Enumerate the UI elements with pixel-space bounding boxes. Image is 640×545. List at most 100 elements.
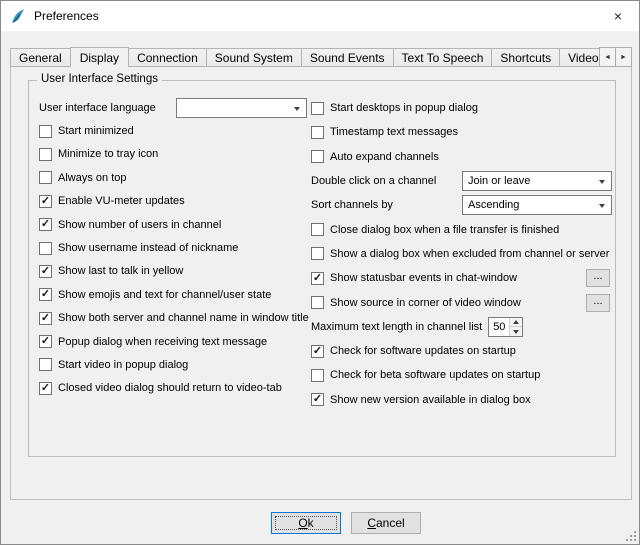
resize-grip[interactable] bbox=[624, 529, 637, 542]
checkbox-show-source-in-corner-of-video-window[interactable]: Show source in corner of video window bbox=[311, 296, 521, 309]
row-maximum-text-length-in-channel-list: Maximum text length in channel list50 bbox=[311, 315, 612, 339]
spinbox-maximum-text-length-in-channel-list[interactable]: 50 bbox=[488, 317, 523, 337]
row-timestamp-text-messages: Timestamp text messages bbox=[311, 120, 612, 144]
tab-scroll-right-button[interactable]: ► bbox=[615, 47, 632, 67]
combobox-selected-value: Ascending bbox=[468, 199, 519, 211]
row-double-click-on-a-channel: Double click on a channelJoin or leave bbox=[311, 169, 612, 193]
ellipsis-button[interactable]: ... bbox=[586, 294, 610, 312]
row-show-number-of-users-in-channel: ✓ Show number of users in channel bbox=[39, 213, 307, 236]
row-sort-channels-by: Sort channels by Ascending bbox=[311, 193, 612, 217]
tab-shortcuts[interactable]: Shortcuts bbox=[491, 48, 560, 67]
row-start-minimized: Start minimized bbox=[39, 119, 307, 142]
checkbox-show-last-to-talk-in-yellow[interactable]: ✓ Show last to talk in yellow bbox=[39, 265, 183, 278]
tab-page-display: User Interface Settings User interface l… bbox=[10, 66, 632, 500]
checkbox-box[interactable] bbox=[311, 369, 324, 382]
checkbox-label: Auto expand channels bbox=[330, 151, 439, 163]
checkbox-box[interactable]: ✓ bbox=[39, 218, 52, 231]
checkbox-box[interactable] bbox=[311, 296, 324, 309]
row-enable-vu-meter-updates: ✓ Enable VU-meter updates bbox=[39, 190, 307, 213]
row-check-for-software-updates-on-startup: ✓Check for software updates on startup bbox=[311, 339, 612, 363]
cancel-button[interactable]: Cancel bbox=[351, 512, 421, 534]
checkbox-closed-video-dialog-should-return-to-video-tab[interactable]: ✓ Closed video dialog should return to vi… bbox=[39, 382, 282, 395]
checkbox-box[interactable]: ✓ bbox=[39, 382, 52, 395]
checkbox-label: Start desktops in popup dialog bbox=[330, 102, 478, 114]
checkbox-box[interactable]: ✓ bbox=[39, 265, 52, 278]
row-always-on-top: Always on top bbox=[39, 166, 307, 189]
spin-up-button[interactable] bbox=[510, 318, 522, 328]
checkbox-show-new-version-available-in-dialog-box[interactable]: ✓ Show new version available in dialog bo… bbox=[311, 393, 531, 406]
checkbox-label: Show last to talk in yellow bbox=[58, 265, 183, 277]
checkbox-box[interactable]: ✓ bbox=[39, 335, 52, 348]
row-popup-dialog-when-receiving-text-message: ✓Popup dialog when receiving text messag… bbox=[39, 330, 307, 353]
checkbox-box[interactable]: ✓ bbox=[39, 195, 52, 208]
checkbox-minimize-to-tray-icon[interactable]: Minimize to tray icon bbox=[39, 148, 158, 161]
checkbox-label: Show a dialog box when excluded from cha… bbox=[330, 248, 609, 260]
checkbox-box[interactable] bbox=[39, 171, 52, 184]
checkbox-box[interactable] bbox=[311, 247, 324, 260]
checkbox-box[interactable]: ✓ bbox=[311, 272, 324, 285]
checkbox-enable-vu-meter-updates[interactable]: ✓ Enable VU-meter updates bbox=[39, 195, 185, 208]
ellipsis-button[interactable]: ... bbox=[586, 269, 610, 287]
checkbox-box[interactable] bbox=[311, 102, 324, 115]
checkbox-show-statusbar-events-in-chat-window[interactable]: ✓ Show statusbar events in chat-window bbox=[311, 272, 517, 285]
checkbox-box[interactable]: ✓ bbox=[311, 345, 324, 358]
row-show-emojis-and-text-for-channel-user-state: ✓Show emojis and text for channel/user s… bbox=[39, 283, 307, 306]
spin-down-button[interactable] bbox=[510, 327, 522, 336]
combobox-double-click-on-a-channel[interactable]: Join or leave bbox=[462, 171, 612, 191]
row-show-a-dialog-box-when-excluded-from-channel-or-server: Show a dialog box when excluded from cha… bbox=[311, 242, 612, 266]
checkbox-start-desktops-in-popup-dialog[interactable]: Start desktops in popup dialog bbox=[311, 102, 478, 115]
checkbox-label: Show number of users in channel bbox=[58, 219, 221, 231]
checkbox-box[interactable] bbox=[39, 148, 52, 161]
checkbox-label: Enable VU-meter updates bbox=[58, 195, 185, 207]
ok-button[interactable]: Ok bbox=[271, 512, 341, 534]
tab-scroll-left-button[interactable]: ◄ bbox=[599, 47, 616, 67]
checkbox-timestamp-text-messages[interactable]: Timestamp text messages bbox=[311, 126, 458, 139]
checkbox-label: Always on top bbox=[58, 172, 126, 184]
checkbox-show-username-instead-of-nickname[interactable]: Show username instead of nickname bbox=[39, 242, 238, 255]
checkbox-check-for-beta-software-updates-on-startup[interactable]: Check for beta software updates on start… bbox=[311, 369, 540, 382]
checkbox-show-both-server-and-channel-name-in-window-title[interactable]: ✓Show both server and channel name in wi… bbox=[39, 312, 309, 325]
checkbox-box[interactable]: ✓ bbox=[39, 288, 52, 301]
right-settings-column: Start desktops in popup dialog Timestamp … bbox=[311, 96, 612, 412]
checkbox-label: Show new version available in dialog box bbox=[330, 394, 531, 406]
tab-text-to-speech[interactable]: Text To Speech bbox=[393, 48, 493, 67]
checkbox-box[interactable] bbox=[39, 358, 52, 371]
checkbox-always-on-top[interactable]: Always on top bbox=[39, 171, 126, 184]
checkbox-show-a-dialog-box-when-excluded-from-channel-or-server[interactable]: Show a dialog box when excluded from cha… bbox=[311, 247, 609, 260]
checkbox-close-dialog-box-when-a-file-transfer-is-finished[interactable]: Close dialog box when a file transfer is… bbox=[311, 223, 559, 236]
tab-display[interactable]: Display bbox=[70, 47, 129, 67]
tab-sound-events[interactable]: Sound Events bbox=[301, 48, 394, 67]
field-label: Sort channels by bbox=[311, 199, 393, 211]
spinbox-buttons bbox=[509, 318, 522, 336]
checkbox-show-number-of-users-in-channel[interactable]: ✓ Show number of users in channel bbox=[39, 218, 221, 231]
field-label: User interface language bbox=[39, 102, 156, 114]
checkbox-label: Closed video dialog should return to vid… bbox=[58, 382, 282, 394]
row-show-new-version-available-in-dialog-box: ✓ Show new version available in dialog bo… bbox=[311, 388, 612, 412]
checkbox-popup-dialog-when-receiving-text-message[interactable]: ✓Popup dialog when receiving text messag… bbox=[39, 335, 267, 348]
checkbox-start-minimized[interactable]: Start minimized bbox=[39, 125, 134, 138]
row-auto-expand-channels: Auto expand channels bbox=[311, 145, 612, 169]
checkbox-box[interactable] bbox=[39, 125, 52, 138]
checkbox-label: Show statusbar events in chat-window bbox=[330, 272, 517, 284]
tab-bar: GeneralDisplayConnectionSound SystemSoun… bbox=[10, 46, 632, 67]
checkbox-box[interactable] bbox=[311, 150, 324, 163]
combobox-sort-channels-by[interactable]: Ascending bbox=[462, 195, 612, 215]
row-show-username-instead-of-nickname: Show username instead of nickname bbox=[39, 236, 307, 259]
checkbox-box[interactable]: ✓ bbox=[39, 312, 52, 325]
checkbox-show-emojis-and-text-for-channel-user-state[interactable]: ✓Show emojis and text for channel/user s… bbox=[39, 288, 271, 301]
close-button[interactable]: × bbox=[597, 1, 639, 30]
checkbox-auto-expand-channels[interactable]: Auto expand channels bbox=[311, 150, 439, 163]
checkbox-box[interactable] bbox=[311, 126, 324, 139]
tab-sound-system[interactable]: Sound System bbox=[206, 48, 302, 67]
tab-general[interactable]: General bbox=[10, 48, 71, 67]
combobox-user-interface-language[interactable] bbox=[176, 98, 307, 118]
checkbox-label: Show source in corner of video window bbox=[330, 297, 521, 309]
checkbox-check-for-software-updates-on-startup[interactable]: ✓Check for software updates on startup bbox=[311, 345, 516, 358]
title-bar[interactable]: Preferences × bbox=[1, 1, 639, 31]
checkbox-box[interactable] bbox=[39, 242, 52, 255]
checkbox-start-video-in-popup-dialog[interactable]: Start video in popup dialog bbox=[39, 358, 188, 371]
checkbox-box[interactable]: ✓ bbox=[311, 393, 324, 406]
checkbox-box[interactable] bbox=[311, 223, 324, 236]
tab-connection[interactable]: Connection bbox=[128, 48, 207, 67]
row-start-desktops-in-popup-dialog: Start desktops in popup dialog bbox=[311, 96, 612, 120]
